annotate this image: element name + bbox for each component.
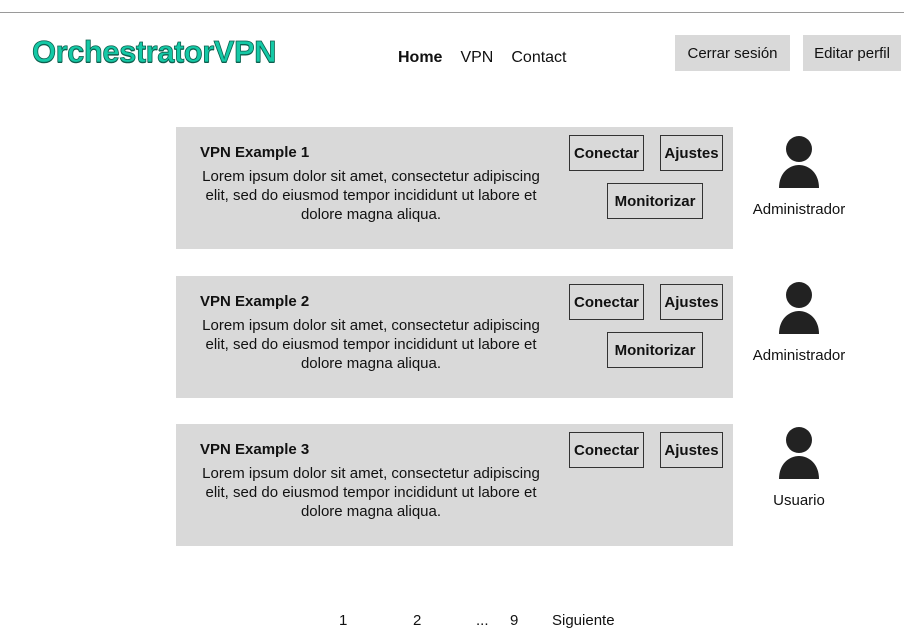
role-label: Administrador bbox=[752, 201, 846, 218]
connect-button[interactable]: Conectar bbox=[569, 432, 644, 468]
page-ellipsis: ... bbox=[476, 612, 489, 629]
page-link[interactable]: 9 bbox=[510, 612, 518, 629]
nav-vpn[interactable]: VPN bbox=[460, 49, 493, 67]
vpn-description: Lorem ipsum dolor sit amet, consectetur … bbox=[202, 465, 540, 520]
nav-home[interactable]: Home bbox=[398, 49, 442, 67]
role-label: Administrador bbox=[752, 347, 846, 364]
pagination: 1 2 ... 9 Siguiente bbox=[0, 612, 904, 630]
settings-button[interactable]: Ajustes bbox=[660, 135, 723, 171]
user-icon bbox=[779, 136, 819, 188]
settings-button[interactable]: Ajustes bbox=[660, 284, 723, 320]
vpn-role: Usuario bbox=[738, 426, 860, 509]
nav-contact[interactable]: Contact bbox=[511, 49, 566, 67]
main-nav: Home VPN Contact bbox=[398, 49, 567, 67]
app-logo[interactable]: OrchestratorVPN bbox=[32, 34, 277, 70]
user-icon bbox=[779, 427, 819, 479]
monitor-button[interactable]: Monitorizar bbox=[607, 332, 703, 368]
vpn-description: Lorem ipsum dolor sit amet, consectetur … bbox=[202, 317, 540, 372]
edit-profile-button[interactable]: Editar perfil bbox=[803, 35, 901, 71]
vpn-title: VPN Example 3 bbox=[200, 441, 310, 458]
logout-button[interactable]: Cerrar sesión bbox=[675, 35, 790, 71]
vpn-description: Lorem ipsum dolor sit amet, consectetur … bbox=[202, 168, 540, 223]
vpn-role: Administrador bbox=[738, 281, 860, 364]
vpn-card: VPN Example 1 Lorem ipsum dolor sit amet… bbox=[176, 127, 733, 249]
next-page-link[interactable]: Siguiente bbox=[552, 612, 615, 629]
user-icon bbox=[779, 282, 819, 334]
page-link[interactable]: 2 bbox=[413, 612, 421, 629]
vpn-title: VPN Example 2 bbox=[200, 293, 310, 310]
settings-button[interactable]: Ajustes bbox=[660, 432, 723, 468]
vpn-card: VPN Example 3 Lorem ipsum dolor sit amet… bbox=[176, 424, 733, 546]
connect-button[interactable]: Conectar bbox=[569, 284, 644, 320]
vpn-title: VPN Example 1 bbox=[200, 144, 310, 161]
role-label: Usuario bbox=[773, 492, 825, 509]
vpn-role: Administrador bbox=[738, 135, 860, 218]
connect-button[interactable]: Conectar bbox=[569, 135, 644, 171]
vpn-card: VPN Example 2 Lorem ipsum dolor sit amet… bbox=[176, 276, 733, 398]
top-divider bbox=[0, 12, 904, 13]
page-link[interactable]: 1 bbox=[339, 612, 347, 629]
monitor-button[interactable]: Monitorizar bbox=[607, 183, 703, 219]
